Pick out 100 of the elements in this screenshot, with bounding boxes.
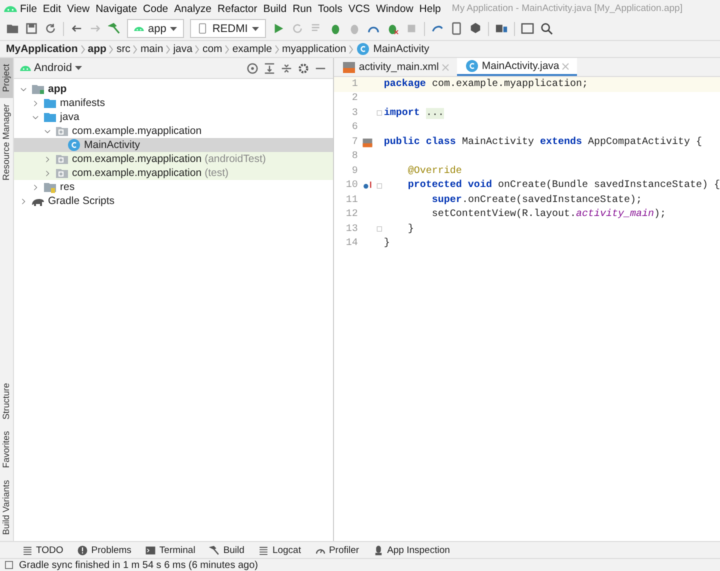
editor-tab[interactable]: MainActivity.java xyxy=(456,58,578,76)
tool-window-button[interactable]: Build xyxy=(209,544,244,556)
run-configuration-dropdown[interactable]: app xyxy=(127,19,184,38)
folder-icon xyxy=(43,110,58,124)
view-dropdown[interactable]: Android xyxy=(20,62,82,74)
status-message: Gradle sync finished in 1 m 54 s 6 ms (6 minutes ago) xyxy=(19,560,258,570)
breadcrumb-item[interactable]: MyApplication xyxy=(6,43,78,55)
square-icon xyxy=(4,560,14,570)
tree-item[interactable]: com.example.myapplication (test) xyxy=(14,166,333,180)
source-set-label: (test) xyxy=(204,167,228,179)
code-line: } xyxy=(406,224,414,235)
chevron-right-icon xyxy=(109,44,114,54)
side-tab[interactable]: Favorites xyxy=(0,425,14,474)
class-icon xyxy=(464,59,479,73)
chevron-right-icon xyxy=(133,44,138,54)
line-number: 12 xyxy=(344,209,359,220)
breadcrumb-item[interactable]: java xyxy=(173,43,192,55)
tree-item[interactable]: MainActivity xyxy=(14,138,333,152)
side-tab[interactable]: Project xyxy=(0,58,14,98)
menu-item[interactable]: Analyze xyxy=(171,2,215,14)
tree-item-label: app xyxy=(48,83,67,95)
hammer-icon xyxy=(209,544,220,556)
hammer-icon[interactable] xyxy=(108,22,121,35)
folder-icon xyxy=(43,96,58,110)
tree-item[interactable]: com.example.myapplication (androidTest) xyxy=(14,152,333,166)
breadcrumb-item[interactable]: example xyxy=(232,43,272,55)
menu-item[interactable]: Build xyxy=(260,2,290,14)
breadcrumb-item[interactable]: src xyxy=(116,43,130,55)
tree-item-label: res xyxy=(60,181,75,193)
collapse-all-icon[interactable] xyxy=(280,62,293,74)
search-icon[interactable] xyxy=(540,22,553,35)
caret-icon xyxy=(74,66,82,70)
side-tab[interactable]: Build Variants xyxy=(0,474,14,541)
menu-item[interactable]: Edit xyxy=(40,2,64,14)
tree-item-label: MainActivity xyxy=(84,139,140,151)
caret-icon xyxy=(252,26,259,30)
settings-icon[interactable] xyxy=(296,62,310,74)
menu-item[interactable]: Help xyxy=(416,2,444,14)
locate-icon[interactable] xyxy=(246,62,259,74)
device-manager-icon[interactable] xyxy=(450,22,463,35)
code-line: package com.example.myapplication; xyxy=(384,78,588,90)
tree-item[interactable]: manifests xyxy=(14,96,333,110)
tool-window-button[interactable]: Terminal xyxy=(145,544,196,556)
folder-icon[interactable] xyxy=(6,22,19,35)
side-tab[interactable]: Resource Manager xyxy=(0,98,14,187)
breadcrumb-item[interactable]: myapplication xyxy=(282,43,346,55)
menu-item[interactable]: Code xyxy=(140,2,172,14)
line-number: 10 xyxy=(344,180,359,192)
package-folder-icon xyxy=(55,166,70,180)
line-number: 7 xyxy=(350,136,359,148)
menu-item[interactable]: Navigate xyxy=(92,2,140,14)
tool-window-button[interactable]: App Inspection xyxy=(373,544,450,556)
menu-item[interactable]: File xyxy=(17,2,40,14)
tree-item-label: com.example.myapplication xyxy=(72,153,202,165)
tool-window-button[interactable]: Profiler xyxy=(314,544,360,556)
menu-item[interactable]: Tools xyxy=(314,2,346,14)
line-number: 9 xyxy=(350,166,359,177)
expand-all-icon[interactable] xyxy=(262,62,276,74)
sync-icon[interactable] xyxy=(44,22,57,35)
list-icon xyxy=(22,544,33,556)
tree-item-label: com.example.myapplication xyxy=(72,125,202,137)
breadcrumb-item[interactable]: main xyxy=(140,43,164,55)
layout-file-icon xyxy=(362,136,374,148)
save-icon[interactable] xyxy=(25,22,38,35)
resource-folder-icon xyxy=(43,180,58,194)
breadcrumb-item[interactable]: MainActivity xyxy=(373,43,430,55)
warning-icon xyxy=(77,544,88,556)
menu-item[interactable]: VCS xyxy=(345,2,373,14)
line-number: 6 xyxy=(350,122,359,134)
tree-item-label: com.example.myapplication xyxy=(72,167,202,179)
tree-item[interactable]: Gradle Scripts xyxy=(14,194,333,208)
menu-item[interactable]: View xyxy=(64,2,93,14)
menu-item[interactable]: Window xyxy=(372,2,416,14)
tree-item[interactable]: com.example.myapplication xyxy=(14,124,333,138)
window-icon[interactable] xyxy=(520,22,534,35)
phone-icon xyxy=(197,23,208,34)
code-line: setContentView(R.layout.activity_main); xyxy=(430,209,666,220)
package-folder-icon xyxy=(55,152,70,166)
menu-item[interactable]: Refactor xyxy=(214,2,260,14)
tree-item[interactable]: app xyxy=(14,82,333,96)
line-number: 13 xyxy=(344,224,359,235)
tool-window-button[interactable]: TODO xyxy=(22,544,64,556)
line-number: 8 xyxy=(350,151,359,162)
tree-item[interactable]: res xyxy=(14,180,333,194)
side-tab[interactable]: Structure xyxy=(0,376,14,426)
code-line: @Override xyxy=(406,166,462,177)
menu-item[interactable]: Run xyxy=(290,2,315,14)
override-marker-icon xyxy=(362,180,374,192)
caret-icon xyxy=(170,26,178,30)
breadcrumb-item[interactable]: com xyxy=(202,43,222,55)
class-icon xyxy=(356,42,370,56)
tool-window-button[interactable]: Problems xyxy=(77,544,132,556)
tree-item[interactable]: java xyxy=(14,110,333,124)
tool-window-button[interactable]: Logcat xyxy=(258,544,301,556)
chevron-right-icon xyxy=(80,44,85,54)
layout-file-icon xyxy=(342,60,356,74)
editor-tab[interactable]: activity_main.xml xyxy=(334,58,457,76)
code-line: super.onCreate(savedInstanceState); xyxy=(430,194,642,206)
device-dropdown[interactable]: REDMI xyxy=(190,19,266,38)
breadcrumb-item[interactable]: app xyxy=(88,43,106,55)
